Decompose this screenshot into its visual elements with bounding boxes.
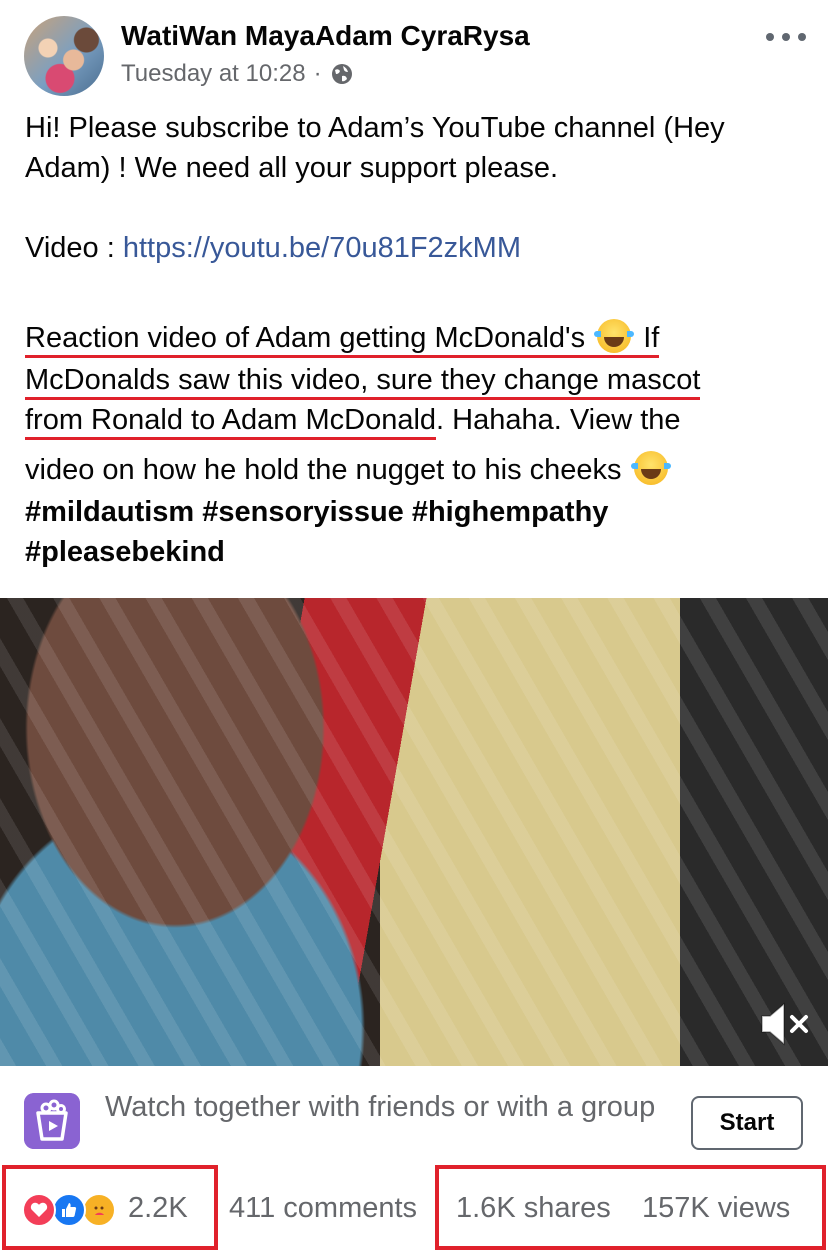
author-name[interactable]: WatiWan MayaAdam CyraRysa — [121, 20, 530, 52]
annotation-box-shares-views — [435, 1165, 826, 1250]
watch-party-text: Watch together with friends or with a gr… — [105, 1091, 656, 1123]
highlighted-text: from Ronald to Adam McDonald — [25, 404, 437, 440]
more-dot-icon — [798, 33, 806, 41]
more-dot-icon — [766, 33, 774, 41]
reaction-line-4: video on how he hold the nugget to his c… — [25, 450, 672, 490]
reaction-text-1a: Reaction video of Adam getting McDonald'… — [25, 322, 586, 354]
hashtags-line[interactable]: #mildautism #sensoryissue #highempathy — [25, 492, 608, 532]
reaction-text-1b: If — [643, 322, 660, 354]
video-label: Video : — [25, 232, 123, 264]
post-timestamp[interactable]: Tuesday at 10:28 — [121, 60, 306, 88]
post-text-line: Hi! Please subscribe to Adam’s YouTube c… — [25, 112, 725, 144]
video-line: Video : https://youtu.be/70u81F2zkMM — [25, 228, 521, 268]
reaction-line-1: Reaction video of Adam getting McDonald'… — [25, 318, 660, 358]
like-reaction-icon — [52, 1193, 86, 1227]
post-stats-bar: 2.2K 411 comments 1.6K shares 157K views — [0, 1165, 828, 1253]
hashtags-line[interactable]: #pleasebekind — [25, 532, 225, 572]
highlighted-text: McDonalds saw this video, sure they chan… — [25, 364, 701, 400]
reaction-text-3b: . Hahaha. View the — [436, 404, 681, 436]
globe-icon — [331, 64, 352, 84]
care-reaction-icon — [82, 1193, 116, 1227]
post-meta: Tuesday at 10:28 · — [121, 60, 354, 88]
more-options-button[interactable] — [766, 22, 806, 52]
post-text-line: Adam) ! We need all your support please. — [25, 152, 559, 184]
laughing-emoji-icon — [630, 451, 671, 485]
video-player[interactable] — [0, 598, 828, 1066]
comments-count[interactable]: 411 comments — [229, 1192, 417, 1225]
reaction-line-3: from Ronald to Adam McDonald. Hahaha. Vi… — [25, 400, 681, 440]
post-header: WatiWan MayaAdam CyraRysa Tuesday at 10:… — [0, 0, 828, 100]
watch-party-row: Watch together with friends or with a gr… — [0, 1078, 828, 1164]
meta-separator: · — [313, 60, 322, 87]
muted-speaker-icon[interactable] — [758, 1000, 812, 1048]
more-dot-icon — [782, 33, 790, 41]
video-link[interactable]: https://youtu.be/70u81F2zkMM — [123, 232, 521, 264]
video-frame — [0, 598, 828, 1066]
laughing-emoji-icon — [594, 319, 635, 353]
author-avatar[interactable] — [24, 16, 104, 96]
reaction-text-4: video on how he hold the nugget to his c… — [25, 454, 622, 486]
watch-party-icon — [24, 1093, 80, 1149]
love-reaction-icon — [22, 1193, 56, 1227]
reaction-line-2: McDonalds saw this video, sure they chan… — [25, 360, 701, 400]
start-watch-party-button[interactable]: Start — [691, 1096, 803, 1150]
highlighted-text: Reaction video of Adam getting McDonald'… — [25, 319, 660, 358]
